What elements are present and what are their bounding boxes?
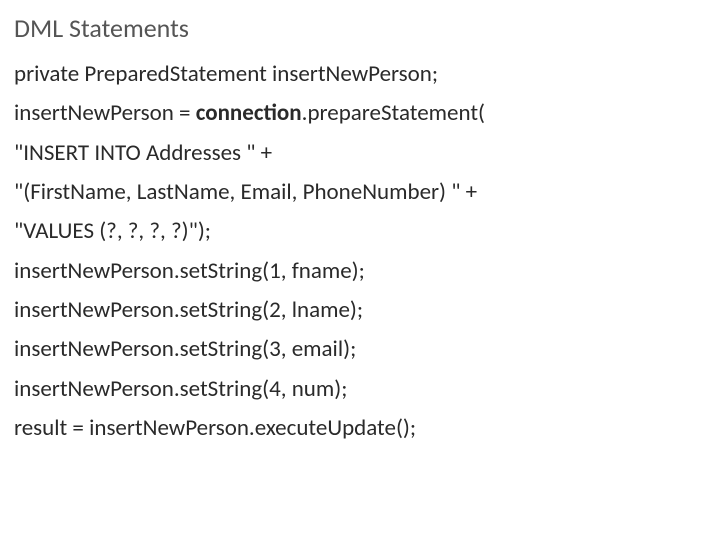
code-text-bold: connection: [196, 99, 302, 127]
code-text: insertNewPerson =: [14, 99, 196, 127]
slide-heading: DML Statements: [14, 12, 706, 44]
code-line: insertNewPerson.setString(1, fname);: [14, 255, 706, 288]
code-line: "VALUES (?, ?, ?, ?)");: [14, 215, 706, 248]
code-line: "(FirstName, LastName, Email, PhoneNumbe…: [14, 176, 706, 209]
code-line: private PreparedStatement insertNewPerso…: [14, 58, 706, 91]
code-line: "INSERT INTO Addresses " +: [14, 137, 706, 170]
code-text: .prepareStatement(: [302, 99, 485, 127]
code-line: result = insertNewPerson.executeUpdate()…: [14, 412, 706, 445]
code-line: insertNewPerson.setString(3, email);: [14, 333, 706, 366]
code-line: insertNewPerson = connection.prepareStat…: [14, 97, 706, 130]
code-line: insertNewPerson.setString(4, num);: [14, 373, 706, 406]
code-line: insertNewPerson.setString(2, lname);: [14, 294, 706, 327]
